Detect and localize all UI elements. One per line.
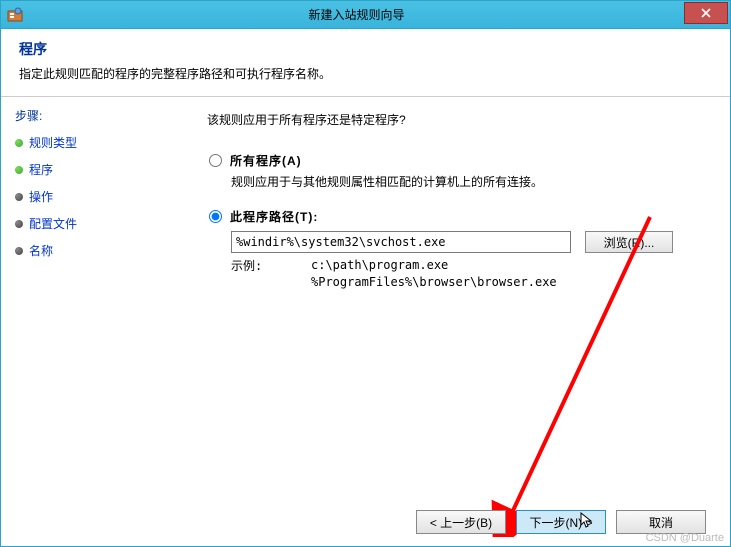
radio-path-label: 此程序路径(T): [230, 208, 318, 225]
content-panel: 该规则应用于所有程序还是特定程序? 所有程序(A) 规则应用于与其他规则属性相匹… [187, 97, 730, 509]
example-paths: c:\path\program.exe %ProgramFiles%\brows… [311, 257, 557, 291]
header-section: 程序 指定此规则匹配的程序的完整程序路径和可执行程序名称。 [1, 29, 730, 96]
page-description: 指定此规则匹配的程序的完整程序路径和可执行程序名称。 [19, 65, 712, 82]
back-button[interactable]: < 上一步(B) [416, 510, 506, 534]
title-bar: 新建入站规则向导 [1, 1, 730, 29]
browse-button[interactable]: 浏览(R)... [585, 231, 673, 253]
step-rule-type[interactable]: 规则类型 [15, 134, 187, 151]
next-button[interactable]: 下一步(N) > [516, 510, 606, 534]
step-program[interactable]: 程序 [15, 161, 187, 178]
bullet-icon [15, 139, 23, 147]
example-label: 示例: [231, 257, 311, 291]
radio-all[interactable] [209, 154, 222, 167]
radio-group: 所有程序(A) 规则应用于与其他规则属性相匹配的计算机上的所有连接。 此程序路径… [209, 152, 712, 291]
window-title: 新建入站规则向导 [29, 6, 684, 23]
step-label: 操作 [29, 188, 53, 205]
close-icon [701, 8, 711, 18]
watermark: CSDN @Duarte [646, 532, 724, 544]
question-text: 该规则应用于所有程序还是特定程序? [207, 111, 712, 128]
path-row: 浏览(R)... [231, 231, 712, 253]
bullet-icon [15, 193, 23, 201]
step-label: 程序 [29, 161, 53, 178]
steps-sidebar: 步骤: 规则类型 程序 操作 配置文件 名称 [1, 97, 187, 509]
main-area: 步骤: 规则类型 程序 操作 配置文件 名称 该规则应用 [1, 96, 730, 509]
example-row: 示例: c:\path\program.exe %ProgramFiles%\b… [231, 257, 712, 291]
step-label: 配置文件 [29, 215, 77, 232]
bullet-icon [15, 166, 23, 174]
example-path-1: c:\path\program.exe [311, 257, 557, 274]
close-button[interactable] [684, 2, 728, 24]
bullet-icon [15, 220, 23, 228]
option-this-path[interactable]: 此程序路径(T): [209, 208, 712, 225]
option-all-programs[interactable]: 所有程序(A) [209, 152, 712, 169]
radio-path[interactable] [209, 210, 222, 223]
page-title: 程序 [19, 39, 712, 59]
program-path-input[interactable] [231, 231, 571, 253]
step-label: 名称 [29, 242, 53, 259]
wizard-window: 新建入站规则向导 程序 指定此规则匹配的程序的完整程序路径和可执行程序名称。 步… [0, 0, 731, 547]
step-action[interactable]: 操作 [15, 188, 187, 205]
example-path-2: %ProgramFiles%\browser\browser.exe [311, 274, 557, 291]
step-name[interactable]: 名称 [15, 242, 187, 259]
radio-all-desc: 规则应用于与其他规则属性相匹配的计算机上的所有连接。 [231, 173, 712, 190]
step-label: 规则类型 [29, 134, 77, 151]
footer-buttons: < 上一步(B) 下一步(N) > 取消 [416, 510, 706, 534]
step-profile[interactable]: 配置文件 [15, 215, 187, 232]
steps-heading: 步骤: [15, 107, 187, 124]
cancel-button[interactable]: 取消 [616, 510, 706, 534]
radio-all-label: 所有程序(A) [230, 152, 302, 169]
bullet-icon [15, 247, 23, 255]
app-icon [7, 7, 23, 23]
